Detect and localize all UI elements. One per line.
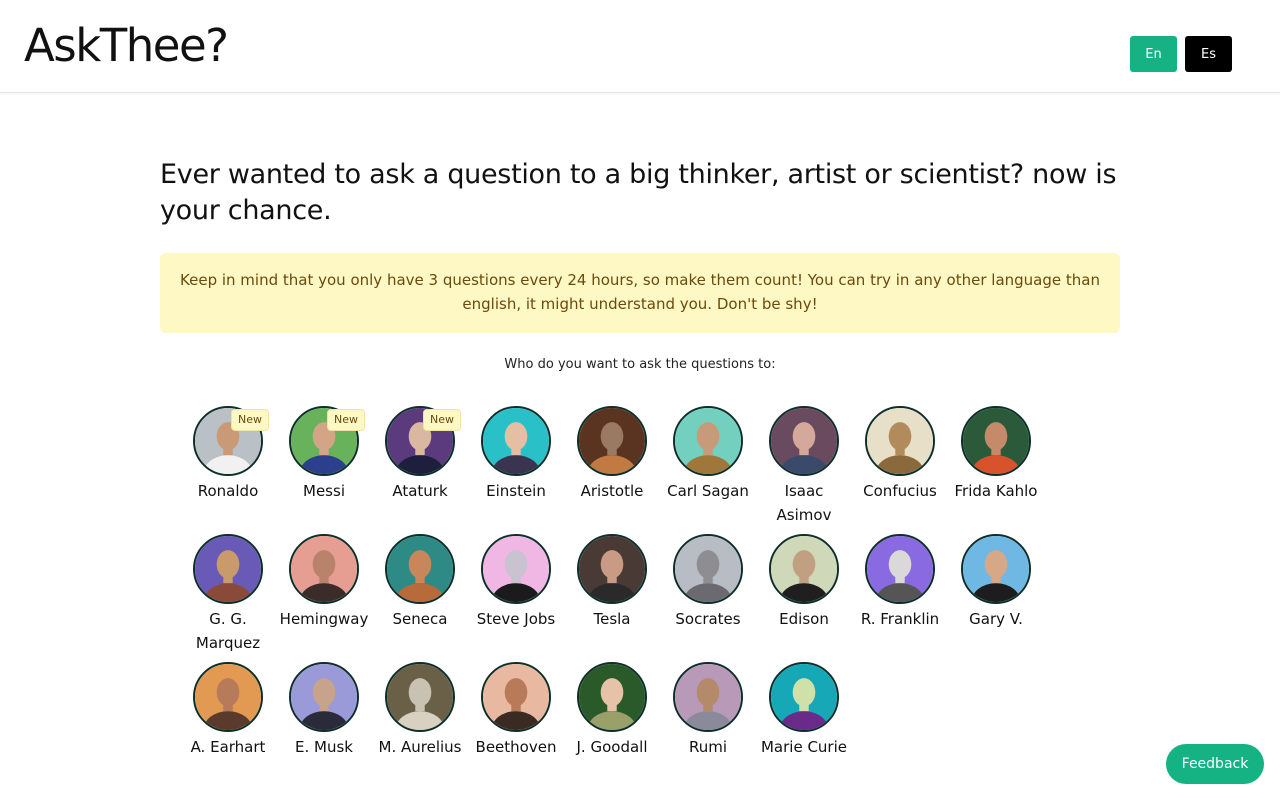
person-card[interactable]: G. G. Marquez [180,534,276,655]
person-card[interactable]: New Ataturk [372,406,468,503]
person-portrait [673,406,743,476]
top-bar: AskThee? En Es [0,0,1280,93]
choose-person-prompt: Who do you want to ask the questions to: [504,357,776,372]
person-name: A. Earhart [190,738,266,756]
person-portrait [481,534,551,604]
person-name: Carl Sagan [667,482,749,500]
person-card[interactable]: Gary V. [948,534,1044,631]
person-name: Isaac Asimov [776,482,832,524]
person-name: Beethoven [475,738,557,756]
page-headline: Ever wanted to ask a question to a big t… [160,159,1117,226]
person-name: Ronaldo [197,482,259,500]
new-badge: New [327,409,365,431]
person-portrait [385,534,455,604]
person-card[interactable]: New Messi [276,406,372,503]
person-card[interactable]: Hemingway [276,534,372,631]
new-badge: New [423,409,461,431]
language-es-button[interactable]: Es [1185,36,1232,72]
person-portrait [481,406,551,476]
person-portrait [481,662,551,732]
person-name: Hemingway [279,610,369,628]
person-card[interactable]: Beethoven [468,662,564,759]
person-card[interactable]: Aristotle [564,406,660,503]
person-name: E. Musk [295,738,353,756]
person-card[interactable]: E. Musk [276,662,372,759]
person-portrait [289,662,359,732]
person-portrait [673,534,743,604]
person-card[interactable]: New Ronaldo [180,406,276,503]
person-card[interactable]: Confucius [852,406,948,503]
person-name: R. Franklin [860,610,940,628]
feedback-button[interactable]: Feedback [1166,744,1264,784]
person-name: Socrates [675,610,741,628]
person-name: Confucius [863,482,937,500]
person-name: J. Goodall [576,738,648,756]
person-name: G. G. Marquez [195,610,261,652]
person-card[interactable]: Edison [756,534,852,631]
person-portrait [961,406,1031,476]
person-name: Rumi [688,738,728,756]
person-name: Einstein [486,482,546,500]
person-name: M. Aurelius [378,738,462,756]
person-name: Ataturk [392,482,448,500]
person-card[interactable]: Einstein [468,406,564,503]
person-card[interactable]: Seneca [372,534,468,631]
site-logo[interactable]: AskThee? [24,18,229,74]
person-portrait [385,662,455,732]
person-card[interactable]: A. Earhart [180,662,276,759]
person-card[interactable]: Frida Kahlo [948,406,1044,503]
question-limit-notice: Keep in mind that you only have 3 questi… [160,253,1120,333]
language-en-button[interactable]: En [1130,36,1177,72]
person-card[interactable]: Marie Curie [756,662,852,759]
person-portrait [193,662,263,732]
person-name: Edison [779,610,829,628]
person-portrait [193,534,263,604]
person-card[interactable]: Isaac Asimov [756,406,852,527]
person-card[interactable]: R. Franklin [852,534,948,631]
person-name: Tesla [593,610,631,628]
person-name: Gary V. [969,610,1023,628]
person-card[interactable]: Steve Jobs [468,534,564,631]
person-name: Marie Curie [760,738,847,756]
person-portrait [769,662,839,732]
person-name: Frida Kahlo [954,482,1038,500]
person-portrait [577,662,647,732]
person-portrait [865,406,935,476]
person-card[interactable]: Tesla [564,534,660,631]
person-name: Seneca [392,610,448,628]
person-portrait [673,662,743,732]
person-portrait [769,406,839,476]
person-card[interactable]: J. Goodall [564,662,660,759]
person-portrait [769,534,839,604]
new-badge: New [231,409,269,431]
person-portrait [577,534,647,604]
person-name: Steve Jobs [476,610,556,628]
person-card[interactable]: Carl Sagan [660,406,756,503]
person-portrait [961,534,1031,604]
person-name: Messi [303,482,345,500]
person-card[interactable]: Rumi [660,662,756,759]
person-name: Aristotle [580,482,644,500]
person-portrait [289,534,359,604]
person-portrait [577,406,647,476]
person-portrait [865,534,935,604]
person-card[interactable]: M. Aurelius [372,662,468,759]
person-card[interactable]: Socrates [660,534,756,631]
